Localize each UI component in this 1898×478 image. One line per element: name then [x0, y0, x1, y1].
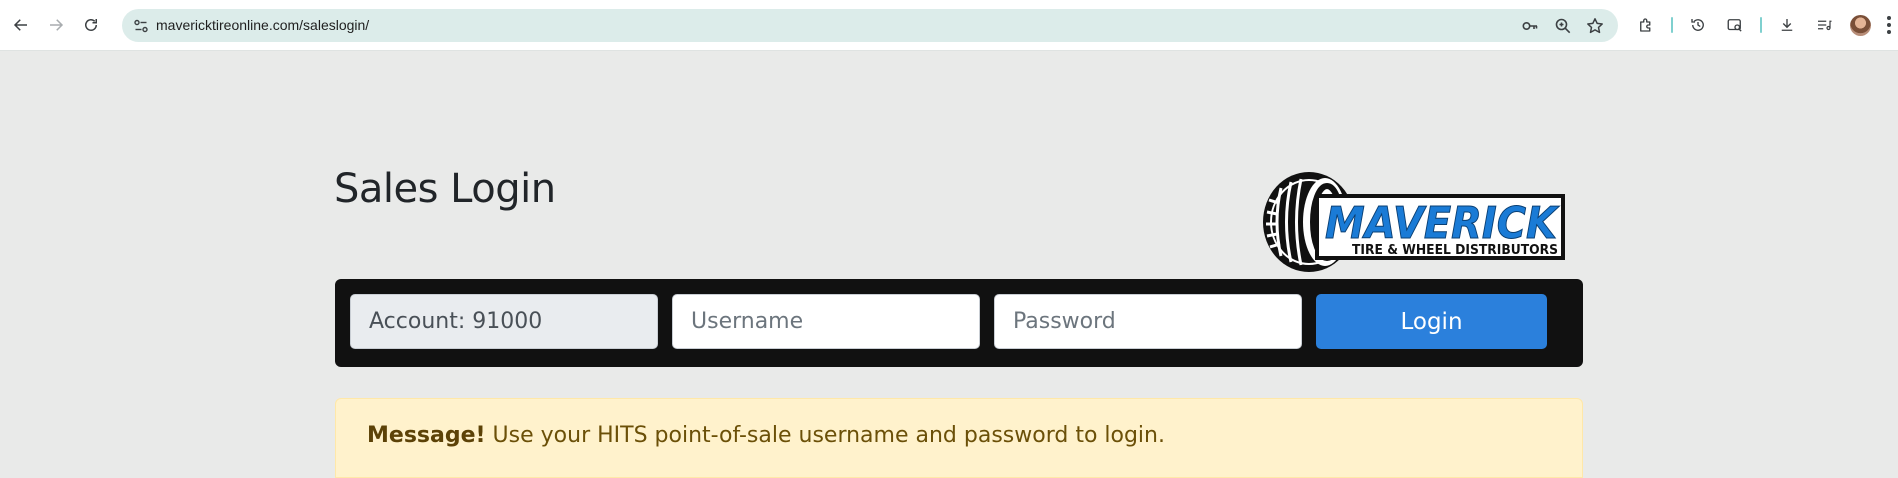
zoom-icon[interactable]: [1552, 15, 1574, 37]
back-arrow-icon: [13, 19, 27, 31]
profile-avatar[interactable]: [1850, 15, 1871, 36]
logo-brand-text: MAVERICK: [1325, 198, 1560, 249]
download-icon: [1781, 19, 1793, 31]
downloads-button[interactable]: [1775, 13, 1799, 37]
forward-arrow-icon: [50, 19, 64, 31]
extensions-button[interactable]: [1634, 13, 1658, 37]
url-text[interactable]: mavericktireonline.com/saleslogin/: [156, 17, 369, 33]
puzzle-icon: [1640, 18, 1651, 32]
more-menu-icon[interactable]: [1886, 15, 1892, 35]
address-bar[interactable]: mavericktireonline.com/saleslogin/: [122, 9, 1618, 42]
history-button[interactable]: [1686, 13, 1710, 37]
username-input[interactable]: [672, 294, 980, 349]
message-alert: Message! Use your HITS point-of-sale use…: [335, 398, 1583, 478]
alert-label: Message!: [367, 423, 486, 448]
forward-button[interactable]: [44, 13, 68, 37]
site-info-icon[interactable]: [130, 15, 152, 37]
back-button[interactable]: [9, 13, 33, 37]
reading-list-button[interactable]: [1812, 13, 1836, 37]
login-button[interactable]: Login: [1316, 294, 1547, 349]
browser-toolbar: mavericktireonline.com/saleslogin/: [0, 0, 1898, 51]
password-key-icon[interactable]: [1519, 15, 1541, 37]
history-icon: [1691, 19, 1704, 31]
tab-search-icon: [1727, 19, 1742, 32]
page-title: Sales Login: [334, 166, 556, 212]
maverick-logo: MAVERICK TIRE & WHEEL DISTRIBUTORS: [1263, 172, 1565, 272]
alert-message: Message! Use your HITS point-of-sale use…: [367, 423, 1165, 448]
toolbar-divider: [1760, 17, 1762, 33]
playlist-icon: [1818, 20, 1832, 31]
logo-tagline: TIRE & WHEEL DISTRIBUTORS: [1352, 243, 1558, 258]
tab-search-button[interactable]: [1723, 13, 1747, 37]
account-field: [350, 294, 658, 349]
reload-icon: [85, 19, 97, 31]
alert-body: Use your HITS point-of-sale username and…: [485, 423, 1165, 448]
reload-button[interactable]: [79, 13, 103, 37]
bookmark-star-icon[interactable]: [1584, 15, 1606, 37]
toolbar-divider: [1671, 17, 1673, 33]
password-input[interactable]: [994, 294, 1302, 349]
